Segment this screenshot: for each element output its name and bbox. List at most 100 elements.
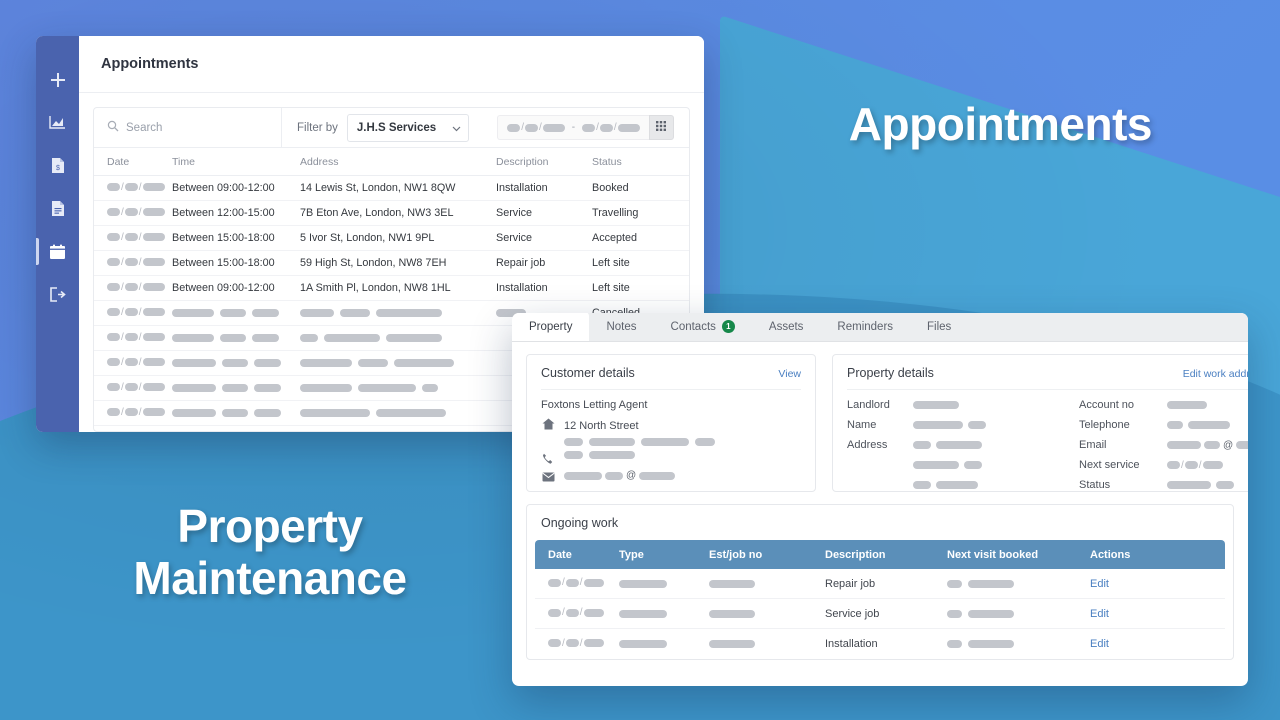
promo-headline-line-2: Maintenance xyxy=(133,552,407,605)
label-landlord: Landlord xyxy=(847,399,890,411)
search-icon xyxy=(107,119,119,137)
table-row[interactable]: / / Between 12:00-15:00 7B Eton Ave, Lond… xyxy=(94,201,689,226)
sidebar-item-documents[interactable] xyxy=(36,187,79,230)
property-details-title: Property details xyxy=(847,366,934,380)
value-landlord xyxy=(913,399,1053,411)
table-row[interactable]: / / Repair job Edit xyxy=(535,569,1225,599)
cell-next-visit-booked xyxy=(947,640,1090,648)
cell-date: / / xyxy=(535,607,619,620)
label-name: Name xyxy=(847,419,877,431)
customer-address-line1: 12 North Street xyxy=(564,420,639,432)
tab-property-label: Property xyxy=(529,320,573,333)
search-placeholder: Search xyxy=(126,121,163,134)
property-right-values: @ / / xyxy=(1167,399,1248,491)
contacts-count-badge: 1 xyxy=(721,320,735,333)
date-to-placeholder: / / xyxy=(582,122,640,133)
column-header-date: Date xyxy=(107,155,130,168)
sidebar-item-add[interactable] xyxy=(36,58,79,101)
calendar-picker-button[interactable] xyxy=(648,115,674,140)
property-fields: Landlord Name Address Account no Telepho… xyxy=(847,399,1248,491)
tab-contacts[interactable]: Contacts 1 xyxy=(654,313,752,341)
table-row[interactable]: / / Between 09:00-12:00 1A Smith Pl, Lond… xyxy=(94,276,689,301)
filter-select[interactable]: J.H.S Services xyxy=(346,113,470,142)
cell-status: Left site xyxy=(592,282,630,294)
ongoing-work-table: Date Type Est/job no Description Next vi… xyxy=(535,540,1225,659)
cell-est-job-no xyxy=(709,638,825,650)
cell-actions: Edit xyxy=(1090,638,1225,650)
cell-address xyxy=(300,409,496,417)
invoice-document-icon: $ xyxy=(51,157,65,174)
cell-description: Installation xyxy=(825,638,878,650)
cell-status: Travelling xyxy=(592,207,639,219)
cell-time: Between 15:00-18:00 xyxy=(172,232,275,244)
label-address-cont-1 xyxy=(847,459,903,471)
cell-description: Repair job xyxy=(825,577,876,590)
cell-address: 1A Smith Pl, London, NW8 1HL xyxy=(300,282,451,294)
column-header-actions: Actions xyxy=(1090,548,1131,561)
cell-date: / / xyxy=(94,357,172,370)
table-row[interactable]: / / Service job Edit xyxy=(535,599,1225,629)
details-row: Customer details View Foxtons Letting Ag… xyxy=(526,354,1248,492)
property-left-labels: Landlord Name Address xyxy=(847,399,903,491)
customer-details-panel: Customer details View Foxtons Letting Ag… xyxy=(526,354,816,492)
cell-time xyxy=(172,409,300,417)
sidebar-item-logout[interactable] xyxy=(36,273,79,316)
table-row[interactable]: / / Installation Edit xyxy=(535,629,1225,659)
tab-property[interactable]: Property xyxy=(512,313,590,341)
cell-next-visit-booked xyxy=(947,609,1090,618)
cell-description: Installation xyxy=(496,182,548,194)
tab-reminders[interactable]: Reminders xyxy=(820,313,910,341)
property-details-header: Property details Edit work address xyxy=(847,366,1248,390)
table-row[interactable]: / / Between 15:00-18:00 5 Ivor St, London… xyxy=(94,226,689,251)
cell-date: / / xyxy=(535,577,619,590)
property-left-values xyxy=(913,399,1053,491)
edit-link[interactable]: Edit xyxy=(1090,638,1109,650)
search-input[interactable]: Search xyxy=(94,108,282,147)
tab-files[interactable]: Files xyxy=(910,313,968,341)
edit-work-address-link[interactable]: Edit work address xyxy=(1183,368,1248,380)
table-row[interactable]: / / Between 15:00-18:00 59 High St, Londo… xyxy=(94,251,689,276)
cell-address: 14 Lewis St, London, NW1 8QW xyxy=(300,182,456,194)
sidebar-item-invoices[interactable]: $ xyxy=(36,144,79,187)
customer-details-title: Customer details xyxy=(541,366,635,380)
view-customer-link[interactable]: View xyxy=(778,368,801,380)
table-row[interactable]: / / Between 09:00-12:00 14 Lewis St, Lond… xyxy=(94,176,689,201)
promo-headline-line-1: Property xyxy=(177,500,363,552)
tab-assets[interactable]: Assets xyxy=(752,313,821,341)
value-email: @ xyxy=(1167,439,1248,451)
email-at-symbol: @ xyxy=(1223,439,1234,451)
label-address: Address xyxy=(847,439,888,451)
chevron-down-icon xyxy=(452,119,461,137)
property-card-body: Customer details View Foxtons Letting Ag… xyxy=(512,342,1248,492)
cell-status: Booked xyxy=(592,182,629,194)
cell-date: / / xyxy=(94,257,172,270)
filter-label: Filter by xyxy=(297,121,338,134)
customer-details-header: Customer details View xyxy=(541,366,801,390)
label-address-cont-2 xyxy=(847,479,903,491)
sidebar-item-calendar[interactable] xyxy=(36,230,79,273)
tab-reminders-label: Reminders xyxy=(837,320,894,333)
label-telephone: Telephone xyxy=(1079,419,1130,431)
chart-icon xyxy=(49,115,66,130)
date-from-placeholder: / / xyxy=(507,122,565,133)
date-range-input[interactable]: / / - / / xyxy=(497,115,649,140)
edit-link[interactable]: Edit xyxy=(1090,578,1109,590)
edit-link[interactable]: Edit xyxy=(1090,608,1109,620)
cell-date: / / xyxy=(94,307,172,320)
customer-address-line: 12 North Street xyxy=(541,416,801,446)
label-account-no: Account no xyxy=(1079,399,1135,411)
value-address-3 xyxy=(913,479,1053,491)
value-next-service: / / xyxy=(1167,459,1248,471)
appointments-toolbar: Search Filter by J.H.S Services / / - / … xyxy=(94,108,689,148)
cell-address xyxy=(300,359,496,367)
sidebar-item-reports[interactable] xyxy=(36,101,79,144)
tab-notes[interactable]: Notes xyxy=(589,313,653,341)
document-icon xyxy=(51,200,65,217)
ongoing-work-title: Ongoing work xyxy=(541,516,619,530)
property-fields-left: Landlord Name Address xyxy=(847,399,1053,491)
cell-status: Accepted xyxy=(592,232,638,244)
ongoing-work-header-row: Date Type Est/job no Description Next vi… xyxy=(535,540,1225,569)
column-header-est-job-no: Est/job no xyxy=(709,548,763,561)
cell-status: Left site xyxy=(592,257,630,269)
value-name xyxy=(913,419,1053,431)
